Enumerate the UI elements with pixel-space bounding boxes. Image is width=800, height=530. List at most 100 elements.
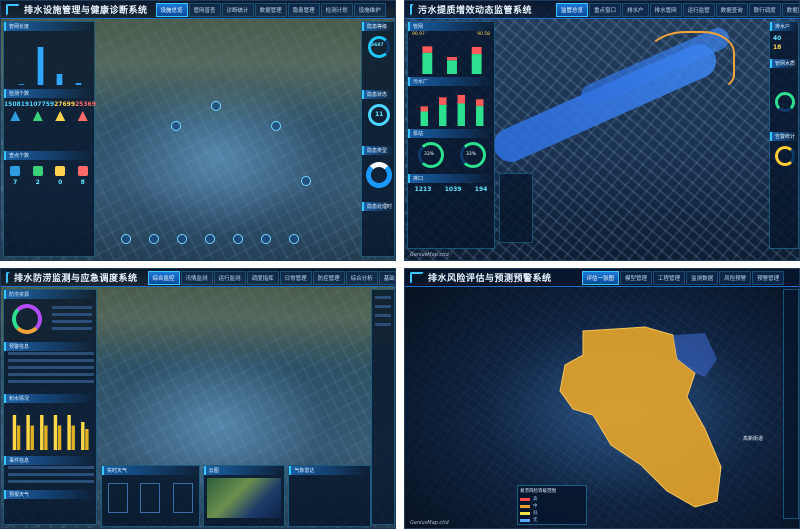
tool-icon[interactable] [121, 234, 131, 244]
mini-value: 90.97 [412, 32, 425, 37]
nav-tab[interactable]: 综合分析 [345, 270, 378, 285]
system-title: 排水风险评估与预测预警系统 [428, 274, 552, 284]
event-row[interactable] [8, 466, 94, 469]
bar [85, 429, 89, 450]
layer-legend[interactable] [499, 173, 533, 243]
risk-overlay [559, 326, 722, 508]
bar [476, 99, 484, 107]
nav-tab[interactable]: 模型管理 [620, 270, 653, 285]
section-title: 云图 [203, 466, 285, 475]
right-row [375, 296, 391, 299]
nav-tab[interactable]: 诊断统计 [221, 2, 254, 17]
bar [457, 103, 465, 126]
legend-label: 低 [533, 511, 538, 516]
event-row[interactable] [8, 473, 94, 476]
nav-tab[interactable]: 评估一张图 [581, 270, 620, 285]
section-title: 隐患处理时 [362, 202, 394, 211]
legend-item: 低 [520, 510, 584, 516]
tool-icon[interactable] [289, 234, 299, 244]
section-title: 预报天气 [4, 490, 96, 499]
bar [44, 425, 48, 450]
nav-tab[interactable]: 基础数据 [378, 270, 395, 285]
radar-panel: 气象雷达 [288, 465, 371, 527]
legend-swatch [520, 504, 530, 508]
nav-tab[interactable]: 数据监控 [781, 2, 799, 17]
weather-card [140, 483, 161, 513]
section-title: 事件信息 [4, 456, 96, 465]
mini-value: 90.58 [477, 32, 490, 37]
nav-tab[interactable]: 数据查询 [715, 2, 748, 17]
bar [71, 425, 75, 450]
stat-value: 7 [13, 179, 18, 186]
map-marker-icon[interactable] [271, 121, 281, 131]
nav-tab[interactable]: 监测数据 [686, 270, 719, 285]
warning-row[interactable] [8, 359, 94, 362]
nav-tabs: 设施总览 管网普查 诊断统计 数据管理 隐患管理 检测计划 设施维护 [155, 2, 387, 17]
section-title: 预警信息 [4, 342, 96, 351]
nav-tab[interactable]: 管网普查 [188, 2, 221, 17]
tool-icon[interactable] [205, 234, 215, 244]
nav-tab[interactable]: 数据管理 [254, 2, 287, 17]
pipe-icon [10, 166, 21, 176]
nav-tab[interactable]: 设施总览 [155, 2, 188, 17]
warning-row[interactable] [8, 373, 94, 376]
nav-tab[interactable]: 防控管理 [312, 270, 345, 285]
pump-gauges: 33% 33% [408, 138, 494, 174]
bar-chart [18, 46, 82, 85]
warning-row[interactable] [8, 366, 94, 369]
tool-icon[interactable] [177, 234, 187, 244]
section-title: 防涝资源 [4, 290, 96, 299]
nav-tab[interactable]: 风险预警 [719, 270, 752, 285]
legend-item: 高 [520, 496, 584, 502]
map-marker-icon[interactable] [301, 176, 311, 186]
nav-tab[interactable]: 预警管理 [752, 270, 785, 285]
weather-card [172, 483, 193, 513]
nav-tab[interactable]: 重点窗口 [589, 2, 622, 17]
stat-value: 107759 [29, 101, 55, 108]
cloud-map[interactable] [206, 478, 282, 518]
resource-list [52, 306, 92, 330]
screenshot-sewage-monitoring: 污水提质增效动态监管系统 监管总览 重点窗口 排水户 排水管网 运行监管 数据查… [404, 0, 800, 261]
section-title: 实时天气 [102, 466, 199, 475]
bar [30, 425, 34, 450]
bar [67, 415, 71, 450]
bar [476, 106, 484, 126]
nav-tab[interactable]: 排水户 [622, 2, 649, 17]
nav-tab[interactable]: 运行监管 [682, 2, 715, 17]
nav-tab[interactable]: 监管总览 [556, 2, 589, 17]
nav-tab[interactable]: 日常管理 [279, 270, 312, 285]
section-title: 查点个数 [4, 151, 94, 160]
outfall-count: 1039 [444, 186, 462, 193]
nav-tab[interactable]: 综合监控 [147, 270, 180, 285]
nav-tab[interactable]: 隐患管理 [287, 2, 320, 17]
nav-tab[interactable]: 设施维护 [353, 2, 386, 17]
nav-tab[interactable]: 工程管理 [653, 270, 686, 285]
bar [40, 415, 44, 450]
warning-row[interactable] [8, 380, 94, 383]
top-bar: 排水风险评估与预测预警系统 评估一张图 模型管理 工程管理 监测数据 风险预警 … [405, 269, 799, 287]
nav-tab[interactable]: 汛情监测 [180, 270, 213, 285]
nav-tab[interactable]: 运行监测 [213, 270, 246, 285]
system-title: 排水防涝监测与应急调度系统 [14, 274, 138, 284]
tool-icon[interactable] [233, 234, 243, 244]
nav-tab[interactable]: 联行调度 [748, 2, 781, 17]
system-logo-icon [6, 271, 10, 284]
check-icon [32, 166, 43, 176]
tool-icon[interactable] [261, 234, 271, 244]
system-title: 排水设施管理与健康诊断系统 [24, 6, 148, 16]
nav-tab[interactable]: 调度指挥 [246, 270, 279, 285]
system-logo-icon [410, 3, 414, 16]
warning-row[interactable] [8, 352, 94, 355]
bar [57, 425, 62, 450]
tool-icon[interactable] [149, 234, 159, 244]
section-title: 隐患类型 [362, 146, 394, 155]
stat-value: 27699 [54, 101, 75, 108]
map-marker-icon[interactable] [171, 121, 181, 131]
nav-tab[interactable]: 检测计划 [320, 2, 353, 17]
legend-swatch [520, 518, 530, 522]
nav-tab[interactable]: 排水管网 [649, 2, 682, 17]
left-panel: 管网 90.97 90.58 污水厂 泵站 33% 33% 排口 1213 10… [407, 21, 495, 249]
event-row[interactable] [8, 480, 94, 483]
map-marker-icon[interactable] [211, 101, 221, 111]
pump-percent: 33% [424, 152, 435, 157]
